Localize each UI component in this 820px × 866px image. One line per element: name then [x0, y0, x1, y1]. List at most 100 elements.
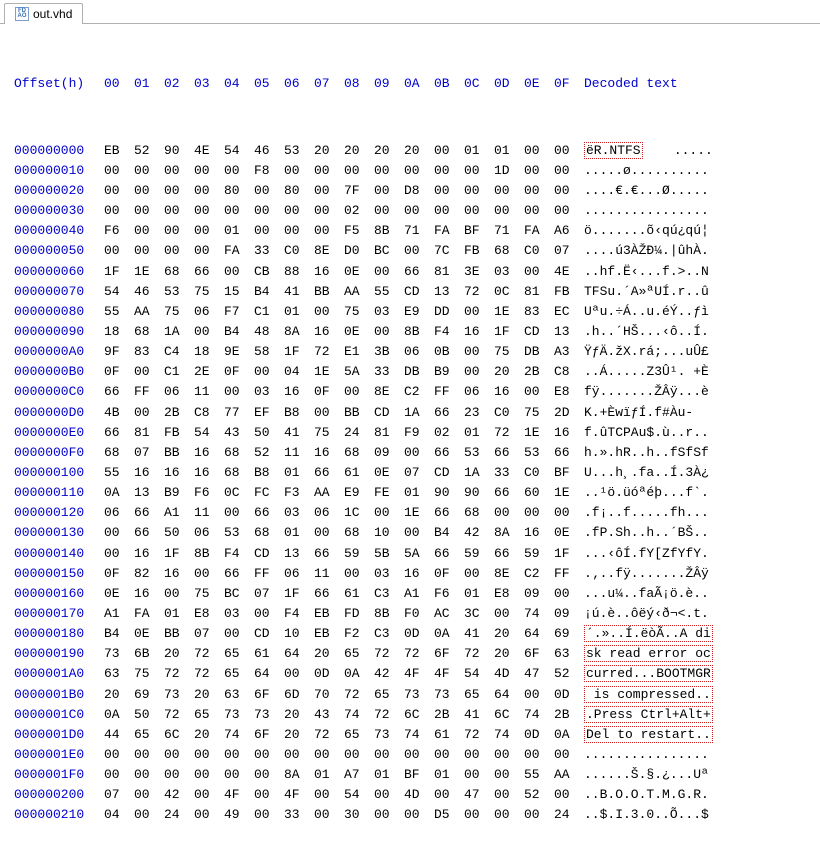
byte[interactable]: 00	[164, 201, 194, 221]
byte[interactable]: 72	[344, 685, 374, 705]
byte[interactable]: 00	[494, 181, 524, 201]
byte[interactable]: 01	[464, 584, 494, 604]
byte[interactable]: 06	[194, 302, 224, 322]
byte[interactable]: 0E	[344, 322, 374, 342]
byte[interactable]: 00	[464, 201, 494, 221]
byte[interactable]: 0F	[104, 362, 134, 382]
byte[interactable]: 00	[254, 805, 284, 825]
byte[interactable]: 73	[404, 685, 434, 705]
byte[interactable]: 15	[224, 282, 254, 302]
byte[interactable]: 8E	[494, 564, 524, 584]
byte[interactable]: 52	[524, 785, 554, 805]
byte[interactable]: 00	[524, 685, 554, 705]
byte[interactable]: FC	[254, 483, 284, 503]
byte[interactable]: 33	[494, 463, 524, 483]
byte[interactable]: 00	[104, 181, 134, 201]
byte[interactable]: 00	[314, 302, 344, 322]
byte[interactable]: 68	[104, 443, 134, 463]
byte[interactable]: E8	[194, 604, 224, 624]
byte[interactable]: 69	[554, 624, 584, 644]
byte[interactable]: 01	[164, 604, 194, 624]
byte[interactable]: A6	[554, 221, 584, 241]
byte[interactable]: 4D	[404, 785, 434, 805]
byte[interactable]: 75	[524, 403, 554, 423]
byte[interactable]: 54	[194, 423, 224, 443]
byte[interactable]: 68	[224, 463, 254, 483]
byte[interactable]: 00	[104, 201, 134, 221]
byte[interactable]: 72	[164, 705, 194, 725]
byte[interactable]: 68	[224, 443, 254, 463]
byte[interactable]: 66	[434, 544, 464, 564]
byte[interactable]: FE	[374, 483, 404, 503]
byte[interactable]: 00	[224, 382, 254, 402]
byte[interactable]: 58	[254, 342, 284, 362]
byte[interactable]: 2B	[164, 403, 194, 423]
byte[interactable]: 16	[464, 322, 494, 342]
byte[interactable]: 00	[164, 221, 194, 241]
byte[interactable]: BF	[404, 765, 434, 785]
byte[interactable]: 64	[254, 664, 284, 684]
byte[interactable]: 55	[374, 282, 404, 302]
byte[interactable]: 4E	[554, 262, 584, 282]
byte[interactable]: FA	[134, 604, 164, 624]
byte[interactable]: C0	[494, 403, 524, 423]
byte[interactable]: 66	[254, 503, 284, 523]
byte[interactable]: 8B	[374, 221, 404, 241]
byte[interactable]: 6C	[164, 725, 194, 745]
byte[interactable]: 00	[134, 805, 164, 825]
byte[interactable]: 4B	[104, 403, 134, 423]
byte[interactable]: FA	[524, 221, 554, 241]
byte[interactable]: 47	[464, 785, 494, 805]
byte[interactable]: 0A	[104, 483, 134, 503]
byte[interactable]: 41	[284, 423, 314, 443]
byte[interactable]: 00	[104, 161, 134, 181]
byte[interactable]: 00	[164, 181, 194, 201]
byte[interactable]: FD	[344, 604, 374, 624]
byte[interactable]: 07	[104, 785, 134, 805]
byte[interactable]: 69	[134, 685, 164, 705]
byte[interactable]: 33	[284, 805, 314, 825]
byte[interactable]: 64	[284, 644, 314, 664]
byte[interactable]: 00	[134, 181, 164, 201]
byte[interactable]: 02	[344, 201, 374, 221]
byte[interactable]: 66	[494, 544, 524, 564]
byte[interactable]: 4F	[434, 664, 464, 684]
byte[interactable]: 00	[194, 785, 224, 805]
byte[interactable]: 00	[404, 201, 434, 221]
byte[interactable]: 66	[194, 262, 224, 282]
byte[interactable]: 00	[434, 161, 464, 181]
byte[interactable]: 0D	[554, 685, 584, 705]
byte[interactable]: 01	[404, 483, 434, 503]
byte[interactable]: 06	[104, 503, 134, 523]
byte[interactable]: 75	[164, 302, 194, 322]
byte[interactable]: 0E	[104, 584, 134, 604]
byte[interactable]: BC	[374, 241, 404, 261]
byte[interactable]: D8	[404, 181, 434, 201]
byte[interactable]: 00	[224, 262, 254, 282]
byte[interactable]: 00	[194, 221, 224, 241]
byte[interactable]: 65	[464, 685, 494, 705]
byte[interactable]: 72	[194, 664, 224, 684]
byte[interactable]: 00	[254, 604, 284, 624]
byte[interactable]: 90	[464, 483, 494, 503]
byte[interactable]: 6F	[434, 644, 464, 664]
byte[interactable]: BF	[464, 221, 494, 241]
byte[interactable]: 83	[524, 302, 554, 322]
byte[interactable]: EB	[104, 141, 134, 161]
byte[interactable]: 00	[284, 221, 314, 241]
byte[interactable]: 81	[434, 262, 464, 282]
byte[interactable]: 23	[464, 403, 494, 423]
byte[interactable]: 8B	[374, 604, 404, 624]
byte[interactable]: 20	[284, 725, 314, 745]
byte[interactable]: 06	[194, 523, 224, 543]
byte[interactable]: 20	[284, 705, 314, 725]
byte[interactable]: 00	[254, 785, 284, 805]
byte[interactable]: 1A	[404, 403, 434, 423]
byte[interactable]: 00	[554, 161, 584, 181]
byte[interactable]: 8B	[404, 322, 434, 342]
byte[interactable]: 55	[104, 302, 134, 322]
byte[interactable]: 01	[284, 523, 314, 543]
byte[interactable]: 00	[464, 564, 494, 584]
byte[interactable]: 00	[434, 785, 464, 805]
byte[interactable]: 00	[104, 544, 134, 564]
